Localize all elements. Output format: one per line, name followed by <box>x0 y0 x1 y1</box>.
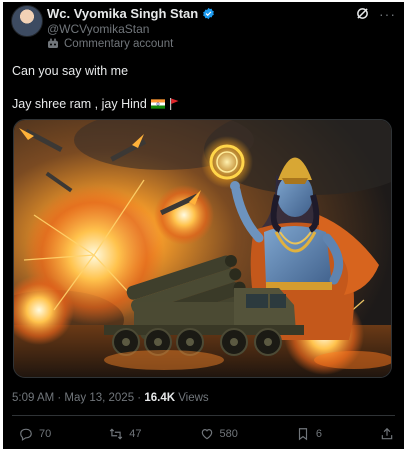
reply-icon <box>20 428 32 441</box>
like-icon <box>201 429 212 440</box>
name-row: Wc. Vyomika Singh Stan <box>47 6 215 21</box>
divider <box>12 415 395 416</box>
repost-icon <box>110 428 123 440</box>
share-icon <box>381 427 393 440</box>
grok-icon[interactable] <box>356 7 369 20</box>
views-count: 16.4K <box>144 392 176 404</box>
more-icon[interactable]: ··· <box>379 7 396 21</box>
account-label: Commentary account <box>47 38 173 50</box>
tweet-text-line2: Jay shree ram , jay Hind <box>12 97 179 111</box>
handle[interactable]: @WCVyomikaStan <box>47 22 149 36</box>
like-button[interactable]: 580 <box>200 427 238 441</box>
commentary-icon <box>48 38 58 48</box>
bookmark-icon <box>298 428 307 441</box>
account-label-text: Commentary account <box>64 38 174 50</box>
tweet-header: Wc. Vyomika Singh Stan @WCVyomikaStan Co… <box>11 5 396 50</box>
tweet-image[interactable] <box>13 119 392 378</box>
share-button[interactable] <box>380 427 394 441</box>
header-actions: ··· <box>356 7 396 21</box>
india-flag-icon <box>150 99 165 109</box>
views-label: Views <box>175 392 209 404</box>
reply-count: 70 <box>39 428 52 440</box>
repost-count: 47 <box>129 428 142 440</box>
tweet-card: Wc. Vyomika Singh Stan @WCVyomikaStan Co… <box>3 2 404 449</box>
bookmark-button[interactable]: 6 <box>296 427 322 441</box>
verified-badge-icon <box>203 7 215 20</box>
avatar[interactable] <box>11 5 43 37</box>
repost-button[interactable]: 47 <box>109 427 142 441</box>
red-flag-icon <box>169 98 179 110</box>
bookmark-count: 6 <box>315 428 322 440</box>
battle-artwork <box>14 120 391 377</box>
action-bar: 70 47 580 6 <box>19 425 394 443</box>
reply-button[interactable]: 70 <box>19 427 51 441</box>
display-name[interactable]: Wc. Vyomika Singh Stan <box>47 6 198 21</box>
timestamp[interactable]: 5:09 AM · May 13, 2025 · <box>12 392 144 404</box>
tweet-text-line1: Can you say with me <box>12 64 129 78</box>
post-meta: 5:09 AM · May 13, 2025 · 16.4K Views <box>12 392 209 404</box>
tweet-text-line2-content: Jay shree ram , jay Hind <box>12 97 147 111</box>
like-count: 580 <box>219 428 238 440</box>
